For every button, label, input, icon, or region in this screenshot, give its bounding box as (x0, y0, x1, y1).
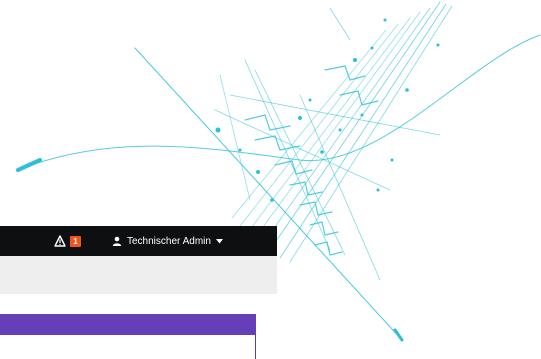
top-navbar: 1 Technischer Admin (0, 226, 277, 256)
user-icon (112, 236, 122, 246)
app-window: 1 Technischer Admin (0, 226, 277, 359)
secondary-toolbar (0, 256, 277, 294)
warning-triangle-icon (54, 235, 66, 247)
login-background: 1 Technischer Admin (0, 0, 541, 359)
user-name-label: Technischer Admin (127, 235, 211, 247)
user-menu-dropdown[interactable]: Technischer Admin (112, 234, 223, 248)
panel-header (0, 314, 256, 335)
alert-count-badge: 1 (70, 235, 81, 247)
caret-down-icon (215, 238, 223, 243)
alerts-button[interactable]: 1 (54, 234, 81, 248)
content-panel (0, 314, 256, 359)
